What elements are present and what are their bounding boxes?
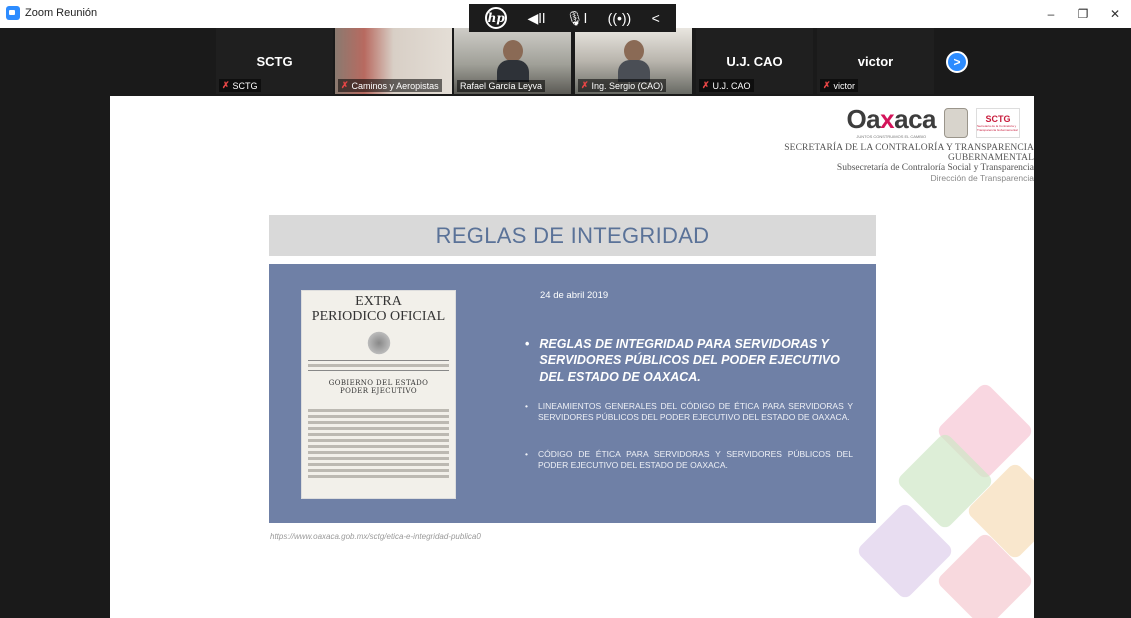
app-title: Zoom Reunión (6, 6, 97, 20)
participant-label: ✗ U.J. CAO (699, 79, 754, 92)
organization-lines: SECRETARÍA DE LA CONTRALORÍA Y TRANSPARE… (714, 143, 1034, 183)
left-gutter (0, 94, 110, 618)
zoom-logo-icon (6, 6, 20, 20)
participant-label: Rafael García Leyva (457, 80, 546, 92)
participant-tile-sctg[interactable]: SCTG ✗ SCTG (216, 28, 333, 94)
newspaper-gov-1: GOBIERNO DEL ESTADO (328, 379, 429, 388)
newspaper-title-1: EXTRA (355, 294, 402, 309)
state-seal-icon (944, 107, 968, 138)
source-url: https://www.oaxaca.gob.mx/sctg/etica-e-i… (270, 532, 481, 541)
newspaper-title-2: PERIODICO OFICIAL (311, 308, 446, 324)
close-button[interactable]: ✕ (1099, 0, 1131, 28)
participant-tile-caminos[interactable]: ✗ Caminos y Aeropistas (335, 28, 452, 94)
org-line-2: Subsecretaría de Contraloría Social y Tr… (836, 163, 1034, 173)
next-page-button[interactable]: > (946, 51, 968, 73)
restore-button[interactable]: ❐ (1067, 0, 1099, 28)
bullet-sub-1: • LINEAMIENTOS GENERALES DEL CÓDIGO DE É… (525, 401, 853, 423)
chevron-left-icon[interactable]: < (652, 10, 660, 26)
participant-video (617, 40, 650, 82)
mic-icon[interactable]: 🎙ǀ (566, 10, 587, 27)
org-line-3: Dirección de Transparencia (930, 173, 1034, 183)
bullet-sub-2: • CÓDIGO DE ÉTICA PARA SERVIDORAS Y SERV… (525, 449, 853, 471)
minimize-button[interactable]: – (1035, 0, 1067, 28)
mic-muted-icon: ✗ (581, 80, 589, 90)
window-controls: – ❐ ✕ (1035, 0, 1131, 28)
participant-name: SCTG (256, 54, 293, 69)
participant-label: ✗ victor (820, 79, 859, 92)
right-gutter (1034, 94, 1131, 618)
participant-video (496, 40, 529, 82)
mic-muted-icon: ✗ (222, 80, 230, 90)
slide-title: REGLAS DE INTEGRIDAD (435, 222, 710, 248)
mic-muted-icon: ✗ (702, 80, 710, 90)
shared-slide: Oaxaca JUNTOS CONSTRUIMOS EL CAMBIO SCTG… (110, 96, 1034, 618)
participant-name: victor (857, 54, 894, 69)
hp-toolbar: hp ◀ǀǀ 🎙ǀ ((•)) < (469, 4, 676, 32)
participant-label: ✗ SCTG (219, 79, 261, 92)
participant-label: ✗ Caminos y Aeropistas (338, 79, 442, 92)
mic-muted-icon: ✗ (823, 80, 831, 90)
participant-tile-rafael[interactable]: Rafael García Leyva (454, 28, 571, 94)
participant-tile-ujcao[interactable]: U.J. CAO ✗ U.J. CAO (696, 28, 813, 94)
speaker-icon[interactable]: ◀ǀǀ (528, 10, 546, 27)
newspaper-gov-2: PODER EJECUTIVO (339, 387, 418, 396)
newspaper-image: EXTRA PERIODICO OFICIAL GOBIERNO DEL EST… (301, 290, 456, 499)
window-title: Zoom Reunión (25, 7, 98, 19)
slide-title-bar: REGLAS DE INTEGRIDAD (269, 215, 876, 256)
date-label: 24 de abril 2019 (540, 290, 609, 301)
content-panel: EXTRA PERIODICO OFICIAL GOBIERNO DEL EST… (269, 264, 876, 523)
participant-strip: SCTG ✗ SCTG ✗ Caminos y Aeropistas Rafae… (0, 28, 1131, 94)
org-line-1: SECRETARÍA DE LA CONTRALORÍA Y TRANSPARE… (784, 143, 1034, 163)
participant-label: ✗ Ing. Sergio (CAO) (578, 79, 667, 92)
header-logos: Oaxaca JUNTOS CONSTRUIMOS EL CAMBIO SCTG… (846, 106, 1020, 139)
oaxaca-logo: Oaxaca JUNTOS CONSTRUIMOS EL CAMBIO (846, 104, 936, 139)
bullet-main: • REGLAS DE INTEGRIDAD PARA SERVIDORAS Y… (525, 337, 840, 384)
broadcast-icon[interactable]: ((•)) (608, 10, 632, 26)
hp-logo-icon: hp (485, 7, 508, 29)
participant-tile-sergio[interactable]: ✗ Ing. Sergio (CAO) (575, 28, 692, 94)
sctg-logo: SCTG Secretaría de la Contraloría y Tran… (976, 107, 1020, 138)
newspaper-seal-icon (365, 330, 392, 357)
mic-muted-icon: ✗ (341, 80, 349, 90)
participant-tile-victor[interactable]: victor ✗ victor (817, 28, 934, 94)
participant-name: U.J. CAO (726, 54, 783, 69)
